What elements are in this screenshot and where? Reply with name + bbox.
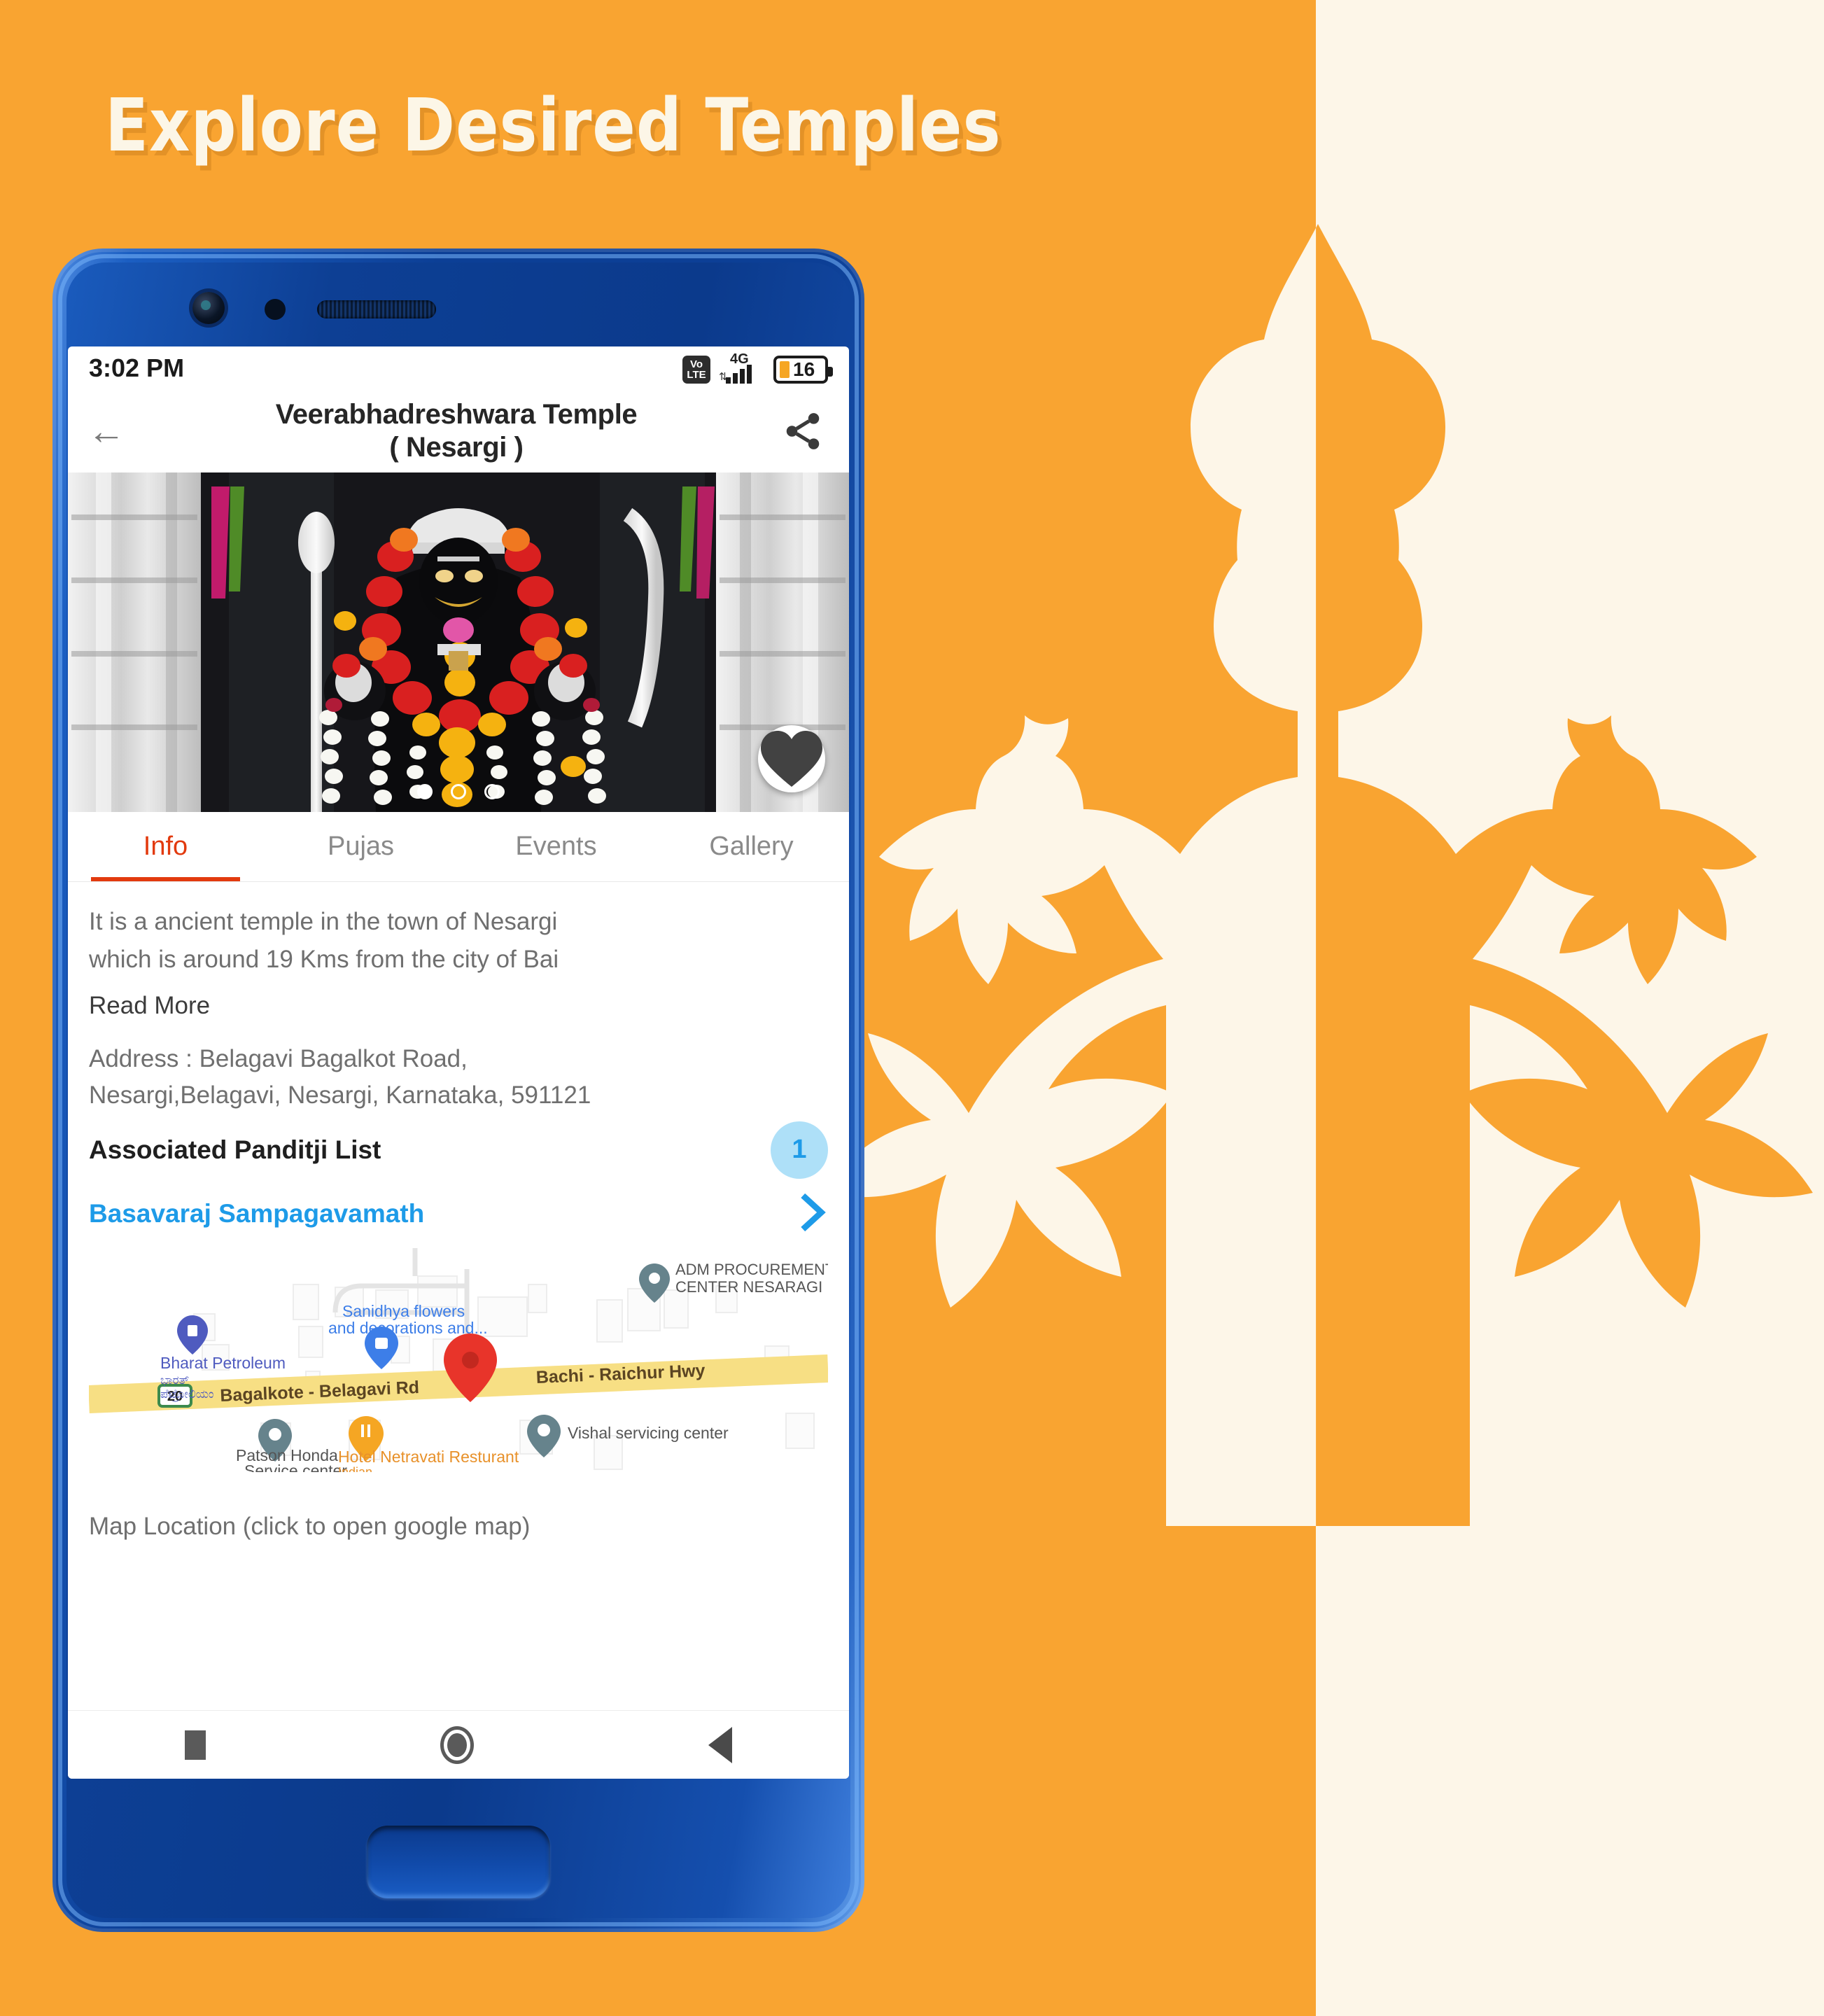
share-icon bbox=[786, 413, 820, 449]
battery-icon: 16 bbox=[773, 356, 833, 384]
volte-icon: Vo LTE bbox=[682, 356, 710, 384]
signal-strength-icon: 4G ⇅ bbox=[719, 351, 764, 384]
address-line2: Nesargi,Belagavi, Nesargi, Karnataka, 59… bbox=[89, 1082, 591, 1109]
signal-bars-icon bbox=[726, 365, 752, 384]
carousel-dot-2[interactable] bbox=[451, 784, 466, 799]
page-title-line2: ( Nesargi ) bbox=[389, 432, 524, 463]
page-headline: Explore Desired Temples bbox=[105, 83, 1002, 168]
svg-text:ಪೆಟ್ರೋಲಿಯಂ: ಪೆಟ್ರೋಲಿಯಂ bbox=[160, 1387, 213, 1402]
panditji-list-item[interactable]: Basavaraj Sampagavamath bbox=[89, 1193, 828, 1236]
temple-image-carousel[interactable] bbox=[68, 472, 849, 812]
phone-screen: 3:02 PM Vo LTE 4G ⇅ 16 ← Veerabhadreshwa… bbox=[68, 346, 849, 1779]
panditji-section-header: Associated Panditji List 1 bbox=[89, 1121, 828, 1179]
back-triangle-icon[interactable] bbox=[708, 1726, 732, 1763]
tab-info[interactable]: Info bbox=[68, 812, 263, 881]
carousel-dot-3[interactable] bbox=[484, 784, 500, 799]
volte-bottom-text: LTE bbox=[687, 369, 706, 381]
svg-text:Bharat Petroleum: Bharat Petroleum bbox=[160, 1354, 286, 1372]
svg-text:Service center: Service center bbox=[244, 1462, 347, 1472]
deity-silhouette-artwork bbox=[812, 196, 1824, 1526]
svg-text:Hotel Netravati Resturant: Hotel Netravati Resturant bbox=[338, 1448, 519, 1466]
recents-square-icon[interactable] bbox=[185, 1730, 206, 1760]
app-bar: ← Veerabhadreshwara Temple ( Nesargi ) bbox=[68, 390, 849, 472]
map-canvas: 20 Bagalkote - Belagavi Rd Bachi - Raich… bbox=[89, 1247, 828, 1472]
temple-tabs[interactable]: Info Pujas Events Gallery bbox=[68, 812, 849, 882]
page-title: Veerabhadreshwara Temple ( Nesargi ) bbox=[136, 398, 776, 464]
earpiece-speaker bbox=[317, 300, 436, 318]
tab-gallery[interactable]: Gallery bbox=[654, 812, 849, 881]
info-tab-content: It is a ancient temple in the town of Ne… bbox=[68, 882, 849, 1564]
svg-text:Indian: Indian bbox=[338, 1465, 372, 1472]
tab-events[interactable]: Events bbox=[458, 812, 654, 881]
svg-text:ಭಾರತ್: ಭಾರತ್ bbox=[160, 1373, 189, 1387]
phone-mockup: 3:02 PM Vo LTE 4G ⇅ 16 ← Veerabhadreshwa… bbox=[52, 248, 864, 1932]
android-navigation-bar[interactable] bbox=[68, 1710, 849, 1779]
svg-text:CENTER NESARAGI: CENTER NESARAGI bbox=[675, 1278, 822, 1296]
panditji-name: Basavaraj Sampagavamath bbox=[89, 1199, 425, 1228]
panditji-count-badge: 1 bbox=[771, 1121, 828, 1179]
camera-lens-glint bbox=[201, 300, 211, 310]
home-circle-icon[interactable] bbox=[440, 1726, 474, 1764]
back-arrow-icon[interactable]: ← bbox=[87, 412, 136, 450]
temple-description: It is a ancient temple in the town of Ne… bbox=[89, 903, 828, 979]
battery-fill bbox=[780, 361, 790, 378]
hardware-home-button[interactable] bbox=[367, 1826, 550, 1898]
heart-icon bbox=[761, 731, 822, 787]
svg-text:ADM PROCUREMENT: ADM PROCUREMENT bbox=[675, 1261, 828, 1278]
carousel-dots[interactable] bbox=[68, 784, 849, 799]
address-line1: Address : Belagavi Bagalkot Road, bbox=[89, 1044, 468, 1072]
svg-text:Sanidhya flowers: Sanidhya flowers bbox=[342, 1302, 465, 1320]
chevron-right-icon bbox=[796, 1193, 828, 1236]
status-bar: 3:02 PM Vo LTE 4G ⇅ 16 bbox=[68, 346, 849, 390]
google-map-preview[interactable]: 20 Bagalkote - Belagavi Rd Bachi - Raich… bbox=[89, 1247, 828, 1472]
status-icons-group: Vo LTE 4G ⇅ 16 bbox=[682, 351, 833, 384]
battery-level-text: 16 bbox=[793, 358, 815, 380]
svg-text:Vishal servicing center: Vishal servicing center bbox=[568, 1424, 729, 1442]
share-button[interactable] bbox=[776, 410, 829, 453]
map-caption[interactable]: Map Location (click to open google map) bbox=[89, 1513, 828, 1564]
temple-deity-photo bbox=[68, 472, 849, 812]
svg-text:and decorations and...: and decorations and... bbox=[328, 1319, 488, 1337]
description-line1: It is a ancient temple in the town of Ne… bbox=[89, 908, 558, 935]
read-more-link[interactable]: Read More bbox=[89, 992, 828, 1020]
page-title-line1: Veerabhadreshwara Temple bbox=[275, 398, 638, 430]
temple-address: Address : Belagavi Bagalkot Road, Nesarg… bbox=[89, 1041, 828, 1114]
proximity-sensor-icon bbox=[265, 299, 286, 320]
volte-top-text: Vo bbox=[689, 358, 703, 370]
tab-pujas[interactable]: Pujas bbox=[263, 812, 458, 881]
favorite-button[interactable] bbox=[758, 725, 825, 792]
panditji-list-title: Associated Panditji List bbox=[89, 1135, 381, 1164]
status-time: 3:02 PM bbox=[89, 354, 185, 382]
description-line2: which is around 19 Kms from the city of … bbox=[89, 946, 559, 974]
carousel-dot-1[interactable] bbox=[417, 784, 433, 799]
